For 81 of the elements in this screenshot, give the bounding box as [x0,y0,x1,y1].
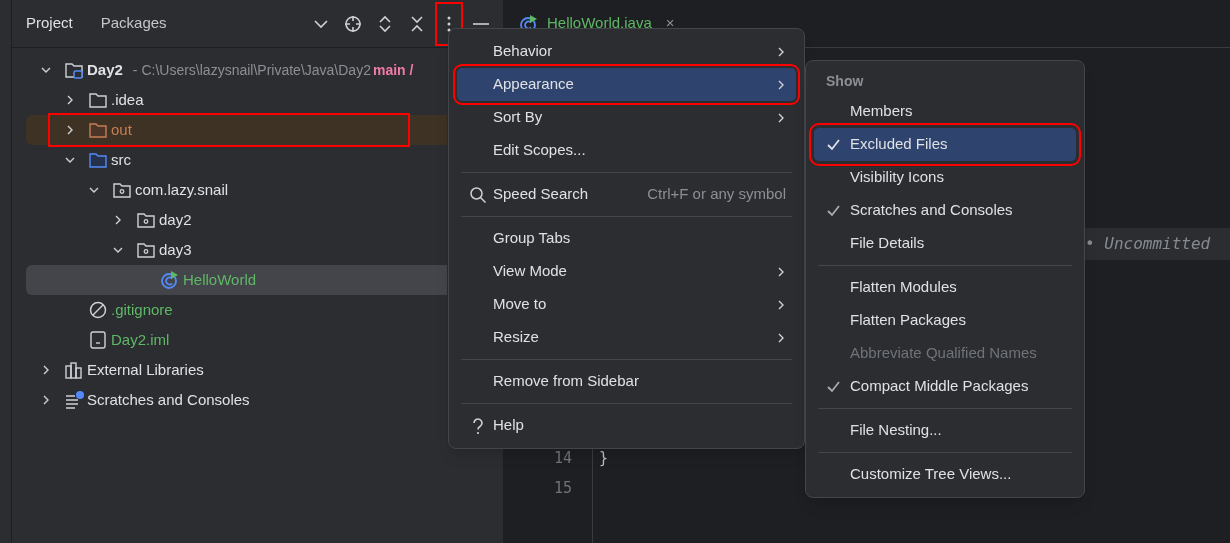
panel-tab[interactable]: Project [26,10,73,37]
menu-item[interactable]: Move to [457,288,796,321]
minimize-icon [473,22,489,25]
tree-row[interactable]: .idea [26,85,447,115]
tree-item-label[interactable]: day3 [159,238,192,262]
module-folder-icon [64,60,84,80]
menu-item[interactable]: Sort By [457,101,796,134]
expand-all-icon [376,14,394,33]
tree-row[interactable]: day3 [26,235,447,265]
tree-row[interactable]: day2 [26,205,447,235]
menu-item[interactable]: Members [814,95,1076,128]
menu-item[interactable]: Flatten Packages [814,304,1076,337]
line-number: 15 [553,478,572,499]
tree-row[interactable]: .gitignore [26,295,447,325]
menu-item[interactable]: Compact Middle Packages [814,370,1076,403]
menu-item[interactable]: Edit Scopes... [457,134,796,167]
package-folder-icon [136,210,156,230]
menu-item[interactable]: Visibility Icons [814,161,1076,194]
tree-row[interactable]: Scratches and Consoles [26,385,447,415]
tree-row[interactable]: out [26,115,447,145]
tree-item-label[interactable]: .idea [111,88,144,112]
crosshair-icon [344,14,362,33]
inlay-hint: • Uncommitted [1085,233,1211,255]
class-icon [160,270,180,290]
close-tab-button[interactable]: × [665,12,675,35]
menu-item[interactable]: Resize [457,321,796,354]
menu-item[interactable]: File Details [814,227,1076,260]
chevron-right-icon [776,78,786,91]
tree-item-label[interactable]: com.lazy.snail [135,178,229,202]
path-text: - C:\Users\lazysnail\Private\Java\Day2 [132,60,371,80]
tree-item-label[interactable]: src [111,148,131,172]
panel-tab[interactable]: Packages [100,10,167,37]
chevron-right-icon [776,111,786,124]
scratch-list-icon [64,390,84,410]
ignore-file-icon [88,300,108,320]
tree-item-label[interactable]: HelloWorld [183,268,257,292]
folder-icon [88,90,108,110]
menu-item[interactable]: Speed Search Ctrl+F or any symbol [457,178,796,211]
tree-row[interactable]: HelloWorld [26,265,447,295]
menu-item[interactable]: Scratches and Consoles [814,194,1076,227]
library-icon [64,360,84,380]
tree-row[interactable]: src [26,145,447,175]
tree-row[interactable]: Day2 - C:\Users\lazysnail\Private\Java\Day2 main / [26,55,447,85]
tree-item-label[interactable]: Day2.iml [111,328,170,352]
more-options-icon [447,15,451,32]
package-folder-icon [112,180,132,200]
menu-item[interactable]: Flatten Modules [814,271,1076,304]
menu-item[interactable]: View Mode [457,255,796,288]
more-options-button[interactable] [437,3,461,44]
tree-row[interactable]: com.lazy.snail [26,175,447,205]
tree-item-label[interactable]: day2 [159,208,192,232]
menu-item[interactable]: Behavior [457,35,796,68]
tree-item-label[interactable]: External Libraries [87,358,204,382]
chevron-right-icon [776,265,786,278]
file-icon [88,330,108,350]
tree-row[interactable]: Day2.iml [26,325,447,355]
tree-item-label[interactable]: out [111,118,132,142]
collapse-all-icon [408,14,426,33]
menu-header: Show [825,71,865,91]
menu-item: Abbreviate Qualified Names [849,343,1038,364]
menu-item[interactable]: Remove from Sidebar [457,365,796,398]
search-icon [469,185,487,204]
package-folder-icon [136,240,156,260]
menu-item[interactable]: File Nesting... [814,414,1076,447]
chevron-right-icon [776,331,786,344]
code-line: } [599,449,609,467]
tree-row[interactable]: External Libraries [26,355,447,385]
menu-item[interactable]: Customize Tree Views... [814,458,1076,491]
menu-item[interactable]: Group Tabs [457,222,796,255]
branch-label: main / [372,60,414,80]
chevron-right-icon [776,45,786,58]
shortcut-text: Ctrl+F or any symbol [647,184,786,205]
help-icon [471,416,485,435]
tree-item-label[interactable]: Day2 [87,58,123,82]
tree-item-label[interactable]: Scratches and Consoles [87,388,250,412]
line-number: 14 [553,448,572,469]
tree-item-label[interactable]: .gitignore [111,298,173,322]
menu-item[interactable]: Help [457,409,796,442]
folder-icon [88,150,108,170]
folder-icon [88,120,108,140]
chevron-right-icon [776,298,786,311]
